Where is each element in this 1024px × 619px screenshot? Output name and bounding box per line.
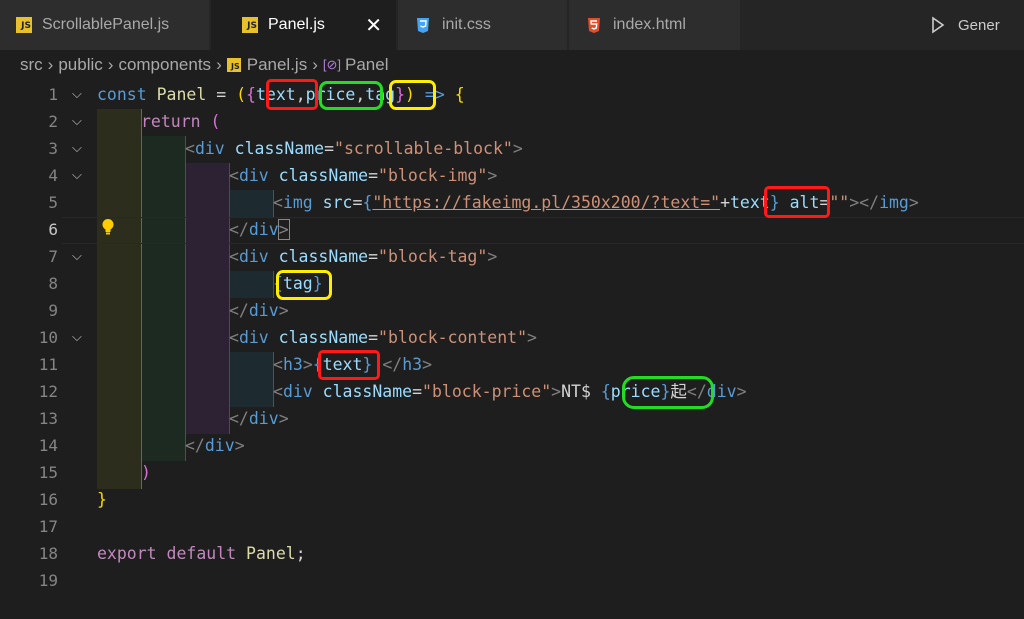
tab-index-html[interactable]: index.html [569,0,741,50]
code-line: 8 {tag} [0,270,1024,297]
tab-init-css[interactable]: init.css [398,0,568,50]
breadcrumb-components[interactable]: components [118,55,211,75]
line-number: 8 [48,274,58,293]
code-line: 12 <div className="block-price">NT$ {pri… [0,378,1024,405]
css-file-icon [417,18,429,33]
line-number: 12 [38,382,58,401]
line-number: 7 [48,247,58,266]
chevron-right-icon: › [107,55,114,74]
line-number: 14 [38,436,58,455]
line-number: 10 [38,328,58,347]
line-number: 3 [48,139,58,158]
code-line: 11 <h3>{text} </h3> [0,351,1024,378]
chevron-right-icon: › [216,55,222,74]
code-line: 4 ⌵ <div className="block-img"> [0,162,1024,189]
line-number: 1 [48,85,58,104]
line-number: 19 [38,571,58,590]
code-text: </div> [185,436,245,455]
code-line: 1 ⌵ const Panel = ({text,price,tag}) => … [0,81,1024,108]
code-text: <div className="block-img"> [229,166,498,185]
code-text: <div className="block-content"> [229,328,537,347]
annotation-mark-red [266,79,318,110]
code-text: </div> [229,409,289,428]
code-text: <div className="scrollable-block"> [185,139,523,158]
tab-bar: JS ScrollablePanel.js JS Panel.js ✕ init… [0,0,1024,50]
code-line: 5 <img src={"https://fakeimg.pl/350x200/… [0,189,1024,216]
chevron-down-icon[interactable]: ⌵ [72,135,82,162]
line-number: 5 [48,193,58,212]
code-line: 13 </div> [0,405,1024,432]
chevron-right-icon: › [47,55,54,74]
code-text: export default Panel; [97,544,306,563]
code-line: 17 [0,513,1024,540]
line-number: 11 [38,355,58,374]
line-number: 17 [38,517,58,536]
chevron-down-icon[interactable]: ⌵ [72,324,82,351]
code-line: 9 </div> [0,297,1024,324]
js-file-icon: JS [242,17,258,33]
chevron-down-icon[interactable]: ⌵ [72,81,82,108]
code-text: <div className="block-tag"> [229,247,498,266]
js-file-icon: JS [226,58,241,72]
html-file-icon [588,18,600,33]
code-line: 19 [0,567,1024,594]
line-number: 6 [48,220,58,239]
play-icon [932,16,945,34]
breadcrumb-src[interactable]: src [20,55,43,75]
breadcrumb-symbol[interactable]: Panel [345,55,388,75]
code-line: 7 ⌵ <div className="block-tag"> [0,243,1024,270]
tab-label: index.html [613,16,686,33]
annotation-mark-red [764,186,830,218]
breadcrumb-file[interactable]: Panel.js [247,55,307,75]
annotation-mark-yellow [276,270,332,300]
annotation-mark-yellow [389,80,436,110]
annotation-mark-green [622,376,714,409]
tab-panel-js[interactable]: JS Panel.js ✕ [211,0,397,50]
code-line: 2 ⌵ return ( [0,108,1024,135]
line-number: 2 [48,112,58,131]
chevron-down-icon[interactable]: ⌵ [72,162,82,189]
js-file-icon: JS [16,17,32,33]
code-line: 18 export default Panel; [0,540,1024,567]
code-text: ) [141,463,151,482]
close-icon[interactable]: ✕ [365,13,382,38]
run-label: Gener [958,16,1000,34]
tab-label: Panel.js [268,16,325,33]
chevron-down-icon[interactable]: ⌵ [72,108,82,135]
tab-label: ScrollablePanel.js [42,16,170,33]
lightbulb-icon[interactable] [101,218,115,236]
line-number: 9 [48,301,58,320]
breadcrumb-public[interactable]: public [58,55,102,75]
symbol-icon: [⊘] [322,57,342,72]
line-number: 15 [38,463,58,482]
code-text: </div> [229,301,289,320]
line-number: 18 [38,544,58,563]
line-number: 4 [48,166,58,185]
code-text: </div> [229,219,290,240]
breadcrumb: src › public › components › JS Panel.js … [0,50,1024,80]
run-button[interactable]: Gener [930,0,1000,50]
code-line: 14 </div> [0,432,1024,459]
line-number: 13 [38,409,58,428]
chevron-right-icon: › [312,55,318,74]
code-line-current: 6 </div> [0,216,1024,243]
tab-scrollablepanel-js[interactable]: JS ScrollablePanel.js [0,0,210,50]
annotation-mark-red [318,350,380,380]
code-text: return ( [141,112,221,131]
code-text: } [97,490,107,509]
annotation-mark-green [319,81,383,110]
line-number: 16 [38,490,58,509]
code-line: 3 ⌵ <div className="scrollable-block"> [0,135,1024,162]
code-line: 16 } [0,486,1024,513]
code-line: 15 ) [0,459,1024,486]
tab-label: init.css [442,16,491,33]
code-line: 10 ⌵ <div className="block-content"> [0,324,1024,351]
chevron-down-icon[interactable]: ⌵ [72,243,82,270]
